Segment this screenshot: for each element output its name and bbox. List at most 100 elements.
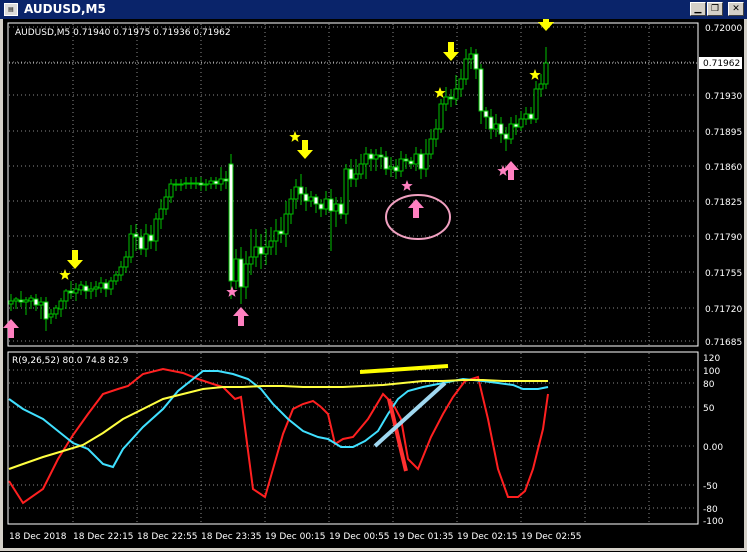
sell-star-icon (289, 131, 301, 142)
price-tick: 0.71860 (705, 163, 742, 173)
candle-body (78, 284, 84, 291)
candle-body (258, 246, 264, 255)
buy-arrow-icon (233, 307, 249, 326)
candle-body (358, 163, 364, 175)
candle-body (518, 118, 524, 128)
candle-body (128, 233, 134, 258)
candle-body (283, 213, 289, 235)
candle-body (468, 53, 474, 60)
buy-star-icon (401, 180, 413, 191)
candle-body (303, 193, 309, 202)
candle-body (378, 154, 384, 158)
sell-arrow-icon (538, 12, 554, 31)
candle-body (183, 182, 189, 185)
candle-body (233, 258, 239, 282)
candle-body (543, 62, 549, 85)
candle-body (393, 166, 399, 172)
candle-body (38, 301, 44, 306)
candle-body (433, 128, 439, 140)
candle-body (143, 233, 149, 250)
candle-body (298, 186, 304, 195)
price-tick: 0.71790 (705, 233, 742, 243)
candle-body (438, 103, 444, 130)
candle-body (268, 240, 274, 248)
candle-body (208, 180, 214, 185)
candle-body (333, 203, 339, 212)
time-tick: 19 Dec 02:15 (457, 532, 518, 542)
candle-body (53, 307, 59, 315)
close-button[interactable]: ✕ (728, 2, 744, 16)
sell-star-icon (434, 87, 446, 98)
candle-body (398, 158, 404, 172)
indicator-lines (8, 367, 549, 505)
candle-body (508, 123, 514, 140)
window-title: AUDUSD,M5 (24, 2, 106, 16)
time-tick: 18 Dec 22:15 (73, 532, 134, 542)
candle-body (323, 198, 329, 210)
candle-body (153, 218, 159, 242)
maximize-button[interactable]: ❐ (707, 2, 723, 16)
candle-body (453, 88, 459, 100)
candle-body (273, 230, 279, 242)
current-price-label: 0.71962 (703, 59, 740, 69)
candle-body (138, 236, 144, 250)
time-tick: 18 Dec 22:55 (137, 532, 198, 542)
candle-body (348, 168, 354, 180)
candle-body (113, 274, 119, 282)
main-plot-border (7, 22, 699, 347)
sell-arrow-icon (67, 250, 83, 269)
price-tick: 0.71685 (705, 338, 742, 348)
candle-body (133, 233, 139, 238)
candle-body (18, 299, 24, 303)
indicator-tick: -50 (703, 482, 718, 492)
candle-body (263, 246, 269, 255)
candle-body (368, 153, 374, 160)
candle-body (343, 168, 349, 215)
candle-body (423, 153, 429, 170)
price-tick: 0.72000 (705, 24, 742, 34)
indicator-tick: 50 (703, 404, 715, 414)
price-tick: 0.71895 (705, 128, 742, 138)
candle-body (338, 203, 344, 215)
candle-body (463, 58, 469, 80)
main-chart-info: AUDUSD,M5 0.71940 0.71975 0.71936 0.7196… (15, 28, 231, 38)
candle-body (418, 153, 424, 170)
candle-body (188, 182, 194, 185)
price-tick: 0.71825 (705, 198, 742, 208)
candle-body (213, 180, 219, 185)
candle-body (243, 263, 249, 288)
candle-body (8, 300, 14, 305)
candle-body (538, 83, 544, 90)
candle-body (103, 282, 109, 290)
candle-body (58, 300, 64, 310)
chart-area[interactable]: AUDUSD,M5 0.71940 0.71975 0.71936 0.7196… (3, 12, 744, 548)
window-titlebar: ▤ AUDUSD,M5 ▁ ❐ ✕ (0, 0, 747, 19)
candle-body (73, 288, 79, 294)
indicator-tick: 120 (703, 354, 720, 364)
price-tick: 0.71930 (705, 92, 742, 102)
candle-body (108, 280, 114, 290)
candle-body (48, 313, 54, 318)
candle-body (118, 266, 124, 276)
candle-body (448, 96, 454, 100)
buy-arrow-icon (3, 319, 19, 338)
candle-body (228, 163, 234, 282)
candle-body (33, 298, 39, 306)
time-tick: 18 Dec 2018 (9, 532, 67, 542)
candle-body (313, 196, 319, 205)
time-tick: 19 Dec 01:35 (393, 532, 454, 542)
candle-body (23, 299, 29, 303)
candle-body (13, 298, 19, 302)
time-tick: 19 Dec 02:55 (521, 532, 582, 542)
candle-body (383, 156, 389, 170)
candle-body (238, 258, 244, 288)
candle-body (443, 96, 449, 105)
grid (9, 24, 697, 523)
candle-body (68, 290, 74, 294)
candle-body (253, 246, 259, 258)
candle-body (428, 138, 434, 155)
candle-body (93, 286, 99, 290)
time-tick: 18 Dec 23:35 (201, 532, 262, 542)
candle-body (473, 53, 479, 70)
minimize-button[interactable]: ▁ (690, 2, 706, 16)
